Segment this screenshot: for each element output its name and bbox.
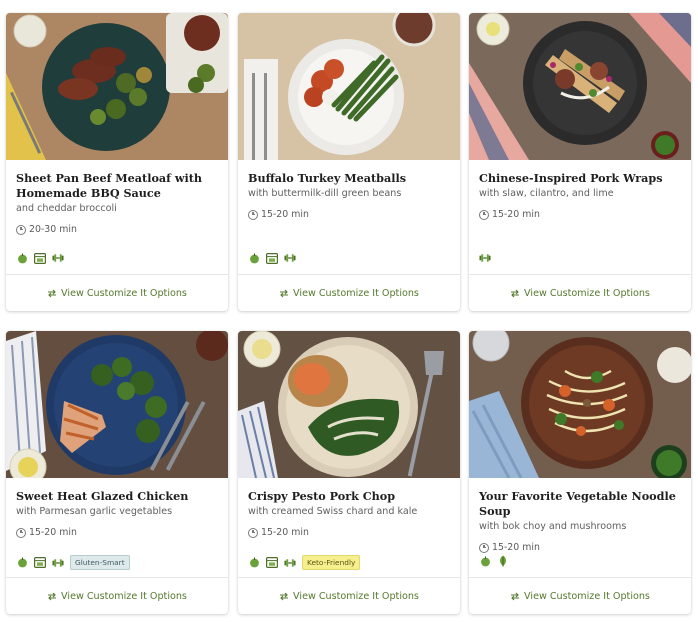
recipe-title[interactable]: Sheet Pan Beef Meatloaf with Homemade BB…	[16, 171, 218, 201]
swap-icon	[279, 592, 289, 601]
customize-link[interactable]: View Customize It Options	[6, 274, 228, 311]
customize-link[interactable]: View Customize It Options	[469, 577, 691, 614]
customize-label: View Customize It Options	[524, 287, 650, 299]
recipe-card[interactable]: Sheet Pan Beef Meatloaf with Homemade BB…	[6, 13, 228, 311]
swap-icon	[279, 289, 289, 298]
recipe-tags	[16, 252, 64, 264]
clock-icon	[248, 209, 258, 220]
dumbbell-icon	[479, 252, 491, 264]
apple-icon	[479, 555, 491, 567]
clock-icon	[479, 542, 489, 553]
apple-icon	[16, 252, 28, 264]
keto-friendly-badge: Keto-Friendly	[302, 555, 361, 570]
cook-time-label: 15-20 min	[492, 542, 540, 553]
cook-time: 15-20 min	[479, 209, 681, 220]
clock-icon	[16, 224, 26, 235]
recipe-tags	[248, 252, 296, 264]
recipe-title[interactable]: Crispy Pesto Pork Chop	[248, 489, 450, 504]
dumbbell-icon	[284, 252, 296, 264]
gluten-smart-badge: Gluten-Smart	[70, 555, 130, 570]
cook-time: 15-20 min	[16, 527, 218, 538]
recipe-subtitle: with buttermilk-dill green beans	[248, 188, 402, 199]
customize-label: View Customize It Options	[293, 287, 419, 299]
cook-time-label: 15-20 min	[261, 209, 309, 220]
recipe-card[interactable]: Sweet Heat Glazed Chicken with Parmesan …	[6, 331, 228, 614]
oven-icon	[34, 557, 46, 569]
cook-time-label: 20-30 min	[29, 224, 77, 235]
recipe-card[interactable]: Crispy Pesto Pork Chop with creamed Swis…	[238, 331, 460, 614]
customize-label: View Customize It Options	[61, 287, 187, 299]
recipe-photo[interactable]	[469, 331, 691, 478]
cook-time: 15-20 min	[248, 209, 450, 220]
recipe-tags	[479, 252, 491, 264]
recipe-title[interactable]: Buffalo Turkey Meatballs	[248, 171, 450, 186]
apple-icon	[16, 557, 28, 569]
cook-time: 20-30 min	[16, 224, 218, 235]
dumbbell-icon	[52, 557, 64, 569]
recipe-card[interactable]: Chinese-Inspired Pork Wraps with slaw, c…	[469, 13, 691, 311]
recipe-card[interactable]: Buffalo Turkey Meatballs with buttermilk…	[238, 13, 460, 311]
swap-icon	[510, 592, 520, 601]
leaf-icon	[497, 555, 509, 567]
customize-label: View Customize It Options	[524, 590, 650, 602]
recipe-subtitle: with slaw, cilantro, and lime	[479, 188, 614, 199]
recipe-title[interactable]: Your Favorite Vegetable Noodle Soup	[479, 489, 681, 519]
recipe-card[interactable]: Your Favorite Vegetable Noodle Soup with…	[469, 331, 691, 614]
oven-icon	[266, 557, 278, 569]
recipe-photo[interactable]	[469, 13, 691, 160]
cook-time-label: 15-20 min	[492, 209, 540, 220]
customize-link[interactable]: View Customize It Options	[6, 577, 228, 614]
apple-icon	[248, 252, 260, 264]
oven-icon	[34, 252, 46, 264]
recipe-subtitle: with bok choy and mushrooms	[479, 521, 627, 532]
customize-link[interactable]: View Customize It Options	[238, 577, 460, 614]
dumbbell-icon	[284, 557, 296, 569]
cook-time-label: 15-20 min	[261, 527, 309, 538]
customize-link[interactable]: View Customize It Options	[469, 274, 691, 311]
recipe-photo[interactable]	[238, 13, 460, 160]
cook-time-label: 15-20 min	[29, 527, 77, 538]
cook-time: 15-20 min	[479, 542, 681, 553]
customize-label: View Customize It Options	[293, 590, 419, 602]
recipe-subtitle: and cheddar broccoli	[16, 203, 117, 214]
customize-link[interactable]: View Customize It Options	[238, 274, 460, 311]
cook-time: 15-20 min	[248, 527, 450, 538]
recipe-title[interactable]: Chinese-Inspired Pork Wraps	[479, 171, 681, 186]
clock-icon	[16, 527, 26, 538]
oven-icon	[266, 252, 278, 264]
recipe-tags: Keto-Friendly	[248, 555, 361, 570]
recipe-grid: Sheet Pan Beef Meatloaf with Homemade BB…	[0, 0, 698, 622]
recipe-photo[interactable]	[6, 13, 228, 160]
customize-label: View Customize It Options	[61, 590, 187, 602]
recipe-tags	[479, 555, 509, 567]
recipe-photo[interactable]	[6, 331, 228, 478]
recipe-subtitle: with Parmesan garlic vegetables	[16, 506, 173, 517]
recipe-tags: Gluten-Smart	[16, 555, 130, 570]
recipe-photo[interactable]	[238, 331, 460, 478]
apple-icon	[248, 557, 260, 569]
swap-icon	[47, 289, 57, 298]
dumbbell-icon	[52, 252, 64, 264]
recipe-subtitle: with creamed Swiss chard and kale	[248, 506, 418, 517]
clock-icon	[248, 527, 258, 538]
swap-icon	[47, 592, 57, 601]
clock-icon	[479, 209, 489, 220]
swap-icon	[510, 289, 520, 298]
recipe-title[interactable]: Sweet Heat Glazed Chicken	[16, 489, 218, 504]
